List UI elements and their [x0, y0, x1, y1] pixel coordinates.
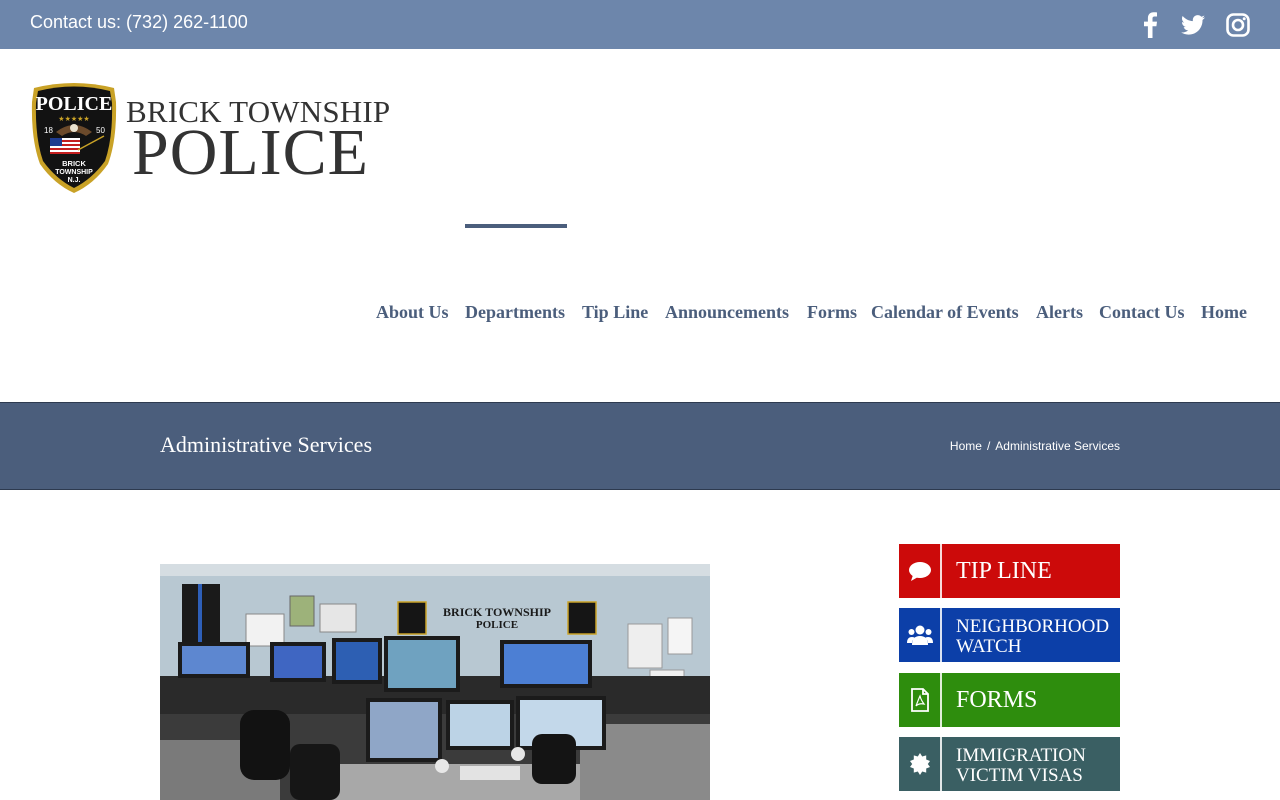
users-icon: [899, 608, 942, 662]
police-badge-logo: POLICE ★★★★★ 18 50 BRICK TOWNSHIP N.J.: [31, 83, 117, 193]
contact-phone[interactable]: Contact us: (732) 262-1100: [30, 12, 248, 33]
svg-text:POLICE: POLICE: [36, 93, 113, 115]
forms-button[interactable]: FORMS: [899, 673, 1120, 727]
forms-label: FORMS: [956, 687, 1038, 713]
page-title: Administrative Services: [160, 432, 373, 457]
svg-text:★★★★★: ★★★★★: [58, 115, 89, 123]
svg-text:18: 18: [44, 126, 53, 135]
facebook-icon[interactable]: [1138, 12, 1162, 38]
breadcrumb: Home / Administrative Services: [950, 439, 1120, 453]
instagram-icon[interactable]: [1226, 12, 1250, 38]
dispatch-center-photo: BRICK TOWNSHIP POLICE: [160, 564, 710, 800]
svg-text:TOWNSHIP: TOWNSHIP: [55, 169, 93, 176]
svg-text:BRICK: BRICK: [62, 159, 86, 168]
seal-icon: [899, 737, 942, 791]
top-bar: Contact us: (732) 262-1100: [0, 0, 1280, 49]
svg-text:N.J.: N.J.: [68, 177, 81, 184]
neighborhood-watch-label: NEIGHBORHOOD WATCH: [956, 616, 1110, 657]
chat-bubble-icon: [899, 544, 942, 598]
breadcrumb-separator: /: [986, 439, 991, 453]
svg-text:BRICK TOWNSHIP: BRICK TOWNSHIP: [443, 605, 551, 619]
nav-announcements[interactable]: Announcements: [665, 302, 789, 323]
nav-calendar-of-events[interactable]: Calendar of Events: [871, 302, 1019, 323]
active-nav-indicator: [465, 224, 567, 228]
twitter-icon[interactable]: [1181, 12, 1205, 38]
pdf-file-icon: [899, 673, 942, 727]
nav-home[interactable]: Home: [1201, 302, 1247, 323]
svg-text:50: 50: [96, 126, 105, 135]
main-nav: About Us Departments Tip Line Announceme…: [0, 302, 1250, 326]
breadcrumb-home[interactable]: Home: [950, 439, 982, 453]
nav-tip-line[interactable]: Tip Line: [582, 302, 648, 323]
neighborhood-watch-button[interactable]: NEIGHBORHOOD WATCH: [899, 608, 1120, 662]
nav-about-us[interactable]: About Us: [376, 302, 449, 323]
nav-contact-us[interactable]: Contact Us: [1099, 302, 1185, 323]
immigration-victim-visas-button[interactable]: IMMIGRATION VICTIM VISAS: [899, 737, 1120, 791]
immigration-victim-visas-label: IMMIGRATION VICTIM VISAS: [956, 745, 1086, 786]
svg-text:POLICE: POLICE: [476, 619, 518, 631]
tip-line-label: TIP LINE: [956, 558, 1052, 584]
nav-alerts[interactable]: Alerts: [1036, 302, 1083, 323]
nav-forms[interactable]: Forms: [807, 302, 857, 323]
nav-departments[interactable]: Departments: [465, 302, 565, 323]
site-logo[interactable]: POLICE ★★★★★ 18 50 BRICK TOWNSHIP N.J. B…: [30, 80, 390, 200]
tip-line-button[interactable]: TIP LINE: [899, 544, 1120, 598]
page-title-bar: Administrative Services Home / Administrat…: [0, 402, 1280, 490]
breadcrumb-current: Administrative Services: [995, 439, 1120, 453]
brand-name-line2: POLICE: [132, 116, 369, 189]
